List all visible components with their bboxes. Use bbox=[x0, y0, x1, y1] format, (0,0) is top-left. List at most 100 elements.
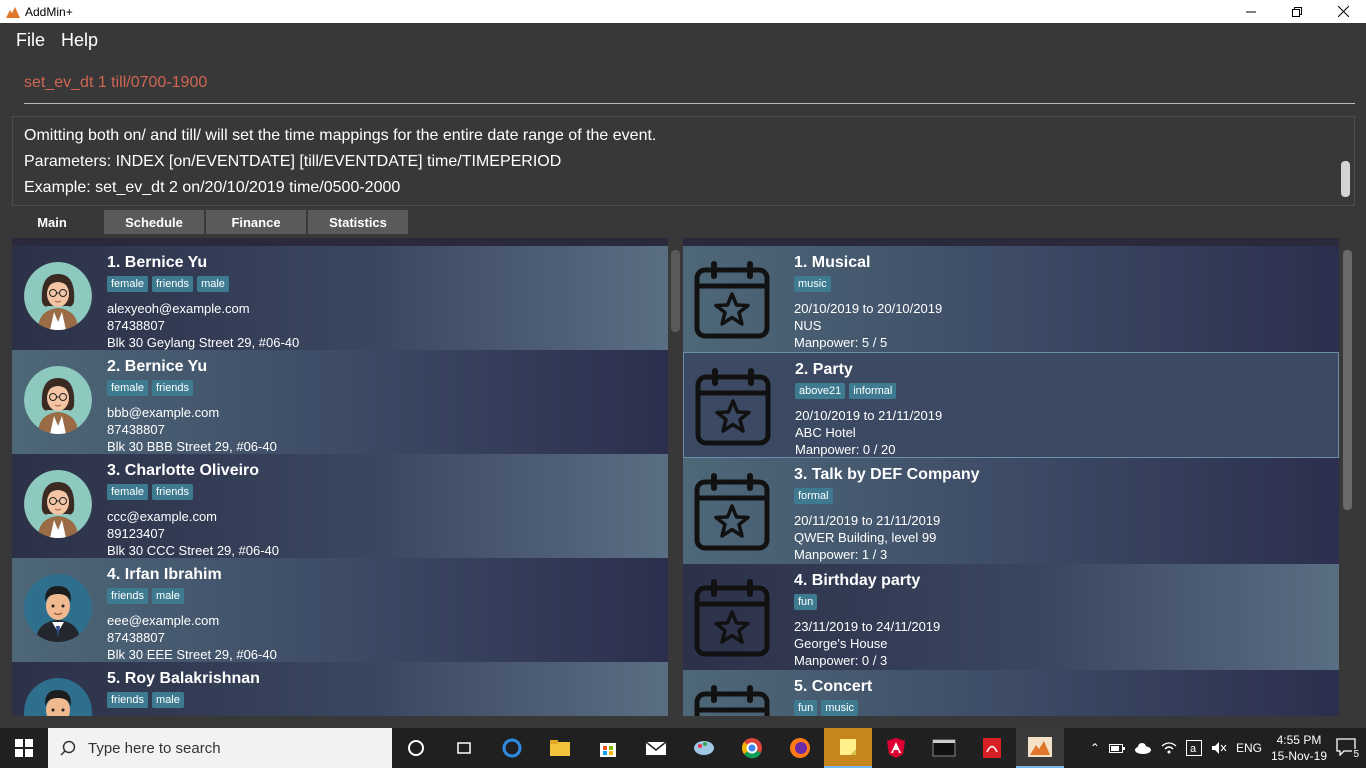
person-phone: 87438807 bbox=[107, 630, 165, 645]
keyboard-icon[interactable]: a bbox=[1185, 740, 1202, 756]
result-line: Parameters: INDEX [on/EVENTDATE] [till/E… bbox=[24, 153, 562, 170]
tag: fun bbox=[794, 594, 818, 610]
male-avatar-icon bbox=[24, 574, 92, 642]
event-name: 1. Musical bbox=[794, 254, 871, 271]
chrome-icon[interactable] bbox=[728, 728, 776, 768]
wifi-icon[interactable] bbox=[1161, 741, 1177, 755]
taskbar: Type here to search ⌃ a ENG 4:55 PM 15-N… bbox=[0, 728, 1366, 768]
person-phone: 87438807 bbox=[107, 422, 165, 437]
person-card[interactable]: 1. Bernice Yu female friends male alexyeoh@e… bbox=[12, 246, 668, 350]
tag: friends bbox=[152, 380, 194, 396]
restore-button[interactable] bbox=[1274, 0, 1320, 23]
tag-list: friends male bbox=[107, 692, 184, 708]
terminal-icon[interactable] bbox=[920, 728, 968, 768]
result-display: Omitting both on/ and till/ will set the… bbox=[12, 116, 1355, 206]
person-email: alexyeoh@example.com bbox=[107, 301, 250, 316]
mail-icon[interactable] bbox=[632, 728, 680, 768]
tag: female bbox=[107, 380, 149, 396]
firefox-icon[interactable] bbox=[776, 728, 824, 768]
tag: informal bbox=[849, 383, 897, 399]
person-card[interactable]: 3. Charlotte Oliveiro female friends ccc@ex… bbox=[12, 454, 668, 558]
tag: friends bbox=[152, 276, 194, 292]
person-name: 5. Roy Balakrishnan bbox=[107, 670, 260, 687]
event-dates: 20/11/2019 to 21/11/2019 bbox=[794, 513, 941, 528]
person-name: 1. Bernice Yu bbox=[107, 254, 208, 271]
minimize-button[interactable] bbox=[1228, 0, 1274, 23]
tag-list: above21 informal bbox=[795, 383, 897, 399]
language-indicator[interactable]: ENG bbox=[1236, 741, 1262, 755]
tag-list: female friends bbox=[107, 380, 194, 396]
command-input[interactable]: set_ev_dt 1 till/0700-1900 bbox=[24, 74, 207, 92]
addmin-taskbar-icon[interactable] bbox=[1016, 728, 1064, 768]
command-underline bbox=[24, 103, 1355, 104]
cloud-icon[interactable] bbox=[1134, 742, 1152, 754]
notifications-button[interactable]: 5 bbox=[1336, 738, 1360, 760]
tab-schedule[interactable]: Schedule bbox=[104, 210, 204, 234]
female-avatar-icon bbox=[24, 366, 92, 434]
battery-icon[interactable] bbox=[1108, 742, 1125, 754]
tag-list: formal bbox=[794, 488, 833, 504]
system-tray: ⌃ a ENG 4:55 PM 15-Nov-19 5 bbox=[1090, 732, 1366, 764]
event-card[interactable]: 1. Musical music 20/10/2019 to 20/10/2019 N… bbox=[683, 246, 1339, 352]
tab-main[interactable]: Main bbox=[2, 210, 102, 234]
result-scrollbar[interactable] bbox=[1341, 161, 1350, 197]
clock[interactable]: 4:55 PM 15-Nov-19 bbox=[1271, 732, 1327, 764]
event-card[interactable]: 4. Birthday party fun 23/11/2019 to 24/11/… bbox=[683, 564, 1339, 670]
event-card[interactable]: 2. Party above21 informal 20/10/2019 to 21/… bbox=[683, 352, 1339, 458]
close-button[interactable] bbox=[1320, 0, 1366, 23]
tag: music bbox=[821, 700, 859, 716]
cortana-icon[interactable] bbox=[392, 728, 440, 768]
person-phone: 89123407 bbox=[107, 526, 165, 541]
angular-icon[interactable] bbox=[872, 728, 920, 768]
event-venue: QWER Building, level 99 bbox=[794, 530, 937, 545]
search-placeholder: Type here to search bbox=[88, 739, 221, 757]
person-address: Blk 30 EEE Street 29, #06-40 bbox=[107, 647, 277, 662]
file-explorer-icon[interactable] bbox=[536, 728, 584, 768]
paint-icon[interactable] bbox=[680, 728, 728, 768]
sticky-notes-icon[interactable] bbox=[824, 728, 872, 768]
event-dates: 20/10/2019 to 21/11/2019 bbox=[795, 408, 943, 423]
start-button[interactable] bbox=[0, 728, 48, 768]
person-address: Blk 30 CCC Street 29, #06-40 bbox=[107, 543, 279, 558]
person-phone: 87438807 bbox=[107, 318, 165, 333]
menu-help[interactable]: Help bbox=[61, 30, 98, 51]
female-avatar-icon bbox=[24, 262, 92, 330]
person-list: 1. Bernice Yu female friends male alexyeoh@e… bbox=[12, 238, 668, 716]
taskbar-search[interactable]: Type here to search bbox=[48, 728, 392, 768]
event-list-scrollbar[interactable] bbox=[1343, 250, 1352, 510]
event-card[interactable]: 3. Talk by DEF Company formal 20/11/2019 t… bbox=[683, 458, 1339, 564]
volume-muted-icon[interactable] bbox=[1211, 741, 1227, 755]
tab-finance[interactable]: Finance bbox=[206, 210, 306, 234]
acrobat-icon[interactable] bbox=[968, 728, 1016, 768]
person-email: bbb@example.com bbox=[107, 405, 220, 420]
person-card[interactable]: 2. Bernice Yu female friends bbb@example.co… bbox=[12, 350, 668, 454]
clock-date: 15-Nov-19 bbox=[1270, 749, 1327, 763]
person-card[interactable]: 4. Irfan Ibrahim friends male eee@example.c… bbox=[12, 558, 668, 662]
event-card[interactable]: 5. Concert fun music bbox=[683, 670, 1339, 716]
person-list-scrollbar[interactable] bbox=[671, 250, 680, 332]
title-bar: AddMin+ bbox=[0, 0, 1366, 23]
menu-file[interactable]: File bbox=[16, 30, 45, 51]
tab-bar: Main Schedule Finance Statistics bbox=[0, 208, 1366, 236]
tag-list: female friends bbox=[107, 484, 194, 500]
event-manpower: Manpower: 0 / 3 bbox=[794, 653, 888, 668]
calendar-star-icon bbox=[693, 576, 771, 658]
clock-time: 4:55 PM bbox=[1276, 733, 1322, 747]
tag-list: female friends male bbox=[107, 276, 229, 292]
tag: male bbox=[152, 692, 184, 708]
window-title: AddMin+ bbox=[25, 4, 73, 19]
calendar-star-icon bbox=[694, 365, 772, 447]
person-name: 4. Irfan Ibrahim bbox=[107, 566, 222, 583]
person-card[interactable]: 5. Roy Balakrishnanfriendsmalefff@exampl… bbox=[12, 662, 668, 716]
person-name: 3. Charlotte Oliveiro bbox=[107, 462, 260, 479]
event-dates: 23/11/2019 to 24/11/2019 bbox=[794, 619, 941, 634]
search-icon bbox=[60, 740, 76, 756]
tab-statistics[interactable]: Statistics bbox=[308, 210, 408, 234]
chevron-up-icon[interactable]: ⌃ bbox=[1090, 741, 1100, 755]
task-view-icon[interactable] bbox=[440, 728, 488, 768]
event-manpower: Manpower: 0 / 20 bbox=[795, 442, 896, 457]
tag-list: friends male bbox=[107, 588, 184, 604]
event-name: 2. Party bbox=[795, 361, 853, 378]
edge-icon[interactable] bbox=[488, 728, 536, 768]
store-icon[interactable] bbox=[584, 728, 632, 768]
